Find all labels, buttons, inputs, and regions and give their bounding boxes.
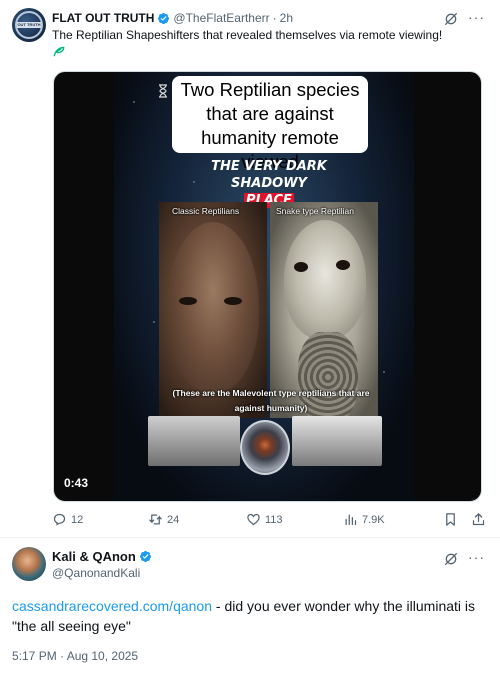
avatar-logo-text: OUT TRUTH [17,22,41,28]
grok-icon[interactable] [443,551,459,567]
video-caption: (These are the Malevolent type reptilian… [172,388,370,413]
like-icon [247,513,260,526]
bookmark-icon [446,513,455,526]
tweet-text: The Reptilian Shapeshifters that reveale… [52,28,443,42]
snake-left-eye [294,262,308,272]
like-button[interactable]: 113 [246,512,283,527]
post-time[interactable]: 2h [280,11,293,25]
tweet-quoted-post[interactable]: OUT TRUTH FLAT OUT TRUTH @TheFlatEarther… [0,0,500,538]
like-count: 113 [265,513,283,526]
repost-button[interactable]: 24 [148,512,179,527]
subtitle-shadowy: SHADOWY [231,176,307,191]
views-icon [345,514,357,526]
reptilian-face-left [167,222,259,392]
tweet-header: Kali & QAnon [52,549,152,564]
moon-surface-left [148,416,240,466]
views-button[interactable]: 7.9K [343,512,385,527]
video-player[interactable]: Two Reptilian species that are against h… [53,71,482,502]
tweet-link[interactable]: cassandrarecovered.com/qanon [12,598,212,614]
reply-icon [53,513,66,526]
separator-dot: · [272,11,277,25]
snake-reptilian-label: Snake type Reptilian [276,206,354,216]
tweet-main-post: Kali & QAnon @QanonandKali ··· cassandra… [0,539,500,675]
tweet-action-bar: 12 24 113 7.9K [52,512,492,530]
author-avatar[interactable] [12,547,46,581]
reptilian-face-right [284,220,366,340]
author-avatar[interactable]: OUT TRUTH [12,8,46,42]
hollow-moon-orb [240,420,290,475]
verified-badge-icon [158,12,170,24]
repost-icon [149,514,162,525]
classic-reptilians-label: Classic Reptilians [172,206,240,216]
share-button[interactable] [471,512,486,527]
hourglass-icon [159,84,167,98]
views-count: 7.9K [362,513,385,526]
subtitle-line-1: THE VERY DARK [211,159,327,174]
moon-surface-right [292,416,382,466]
snake-right-eye [336,260,350,270]
author-name[interactable]: Kali & QAnon [52,549,136,564]
reply-button[interactable]: 12 [52,512,83,527]
author-name[interactable]: FLAT OUT TRUTH [52,11,154,25]
grok-icon[interactable] [443,11,459,27]
author-handle[interactable]: @QanonandKali [52,566,140,580]
plant-icon [53,46,65,57]
right-eye [224,297,242,305]
tweet-header: FLAT OUT TRUTH @TheFlatEartherr · 2h [52,10,293,26]
bookmark-button[interactable] [443,512,458,527]
post-timestamp[interactable]: 5:17 PM · Aug 10, 2025 [12,649,138,663]
repost-count: 24 [167,513,180,526]
share-icon [472,513,485,526]
video-duration: 0:43 [64,476,89,490]
author-handle[interactable]: @TheFlatEartherr [173,11,269,25]
tweet-text: cassandrarecovered.com/qanon - did you e… [12,596,488,636]
reply-count: 12 [71,513,84,526]
more-icon[interactable]: ··· [468,10,484,27]
left-eye [179,297,197,305]
more-icon[interactable]: ··· [468,550,484,567]
verified-badge-icon [139,550,151,563]
